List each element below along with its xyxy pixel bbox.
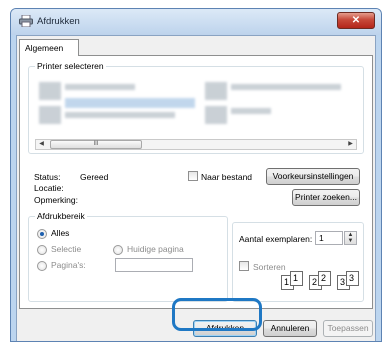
range-selection-radio[interactable] <box>37 245 47 255</box>
printer-item-name[interactable] <box>231 108 271 114</box>
close-button[interactable]: ✕ <box>337 12 375 29</box>
copies-stepper[interactable]: ▲ ▼ <box>344 231 357 245</box>
find-printer-button[interactable]: Printer zoeken... <box>292 189 360 206</box>
close-icon: ✕ <box>351 15 361 26</box>
printer-item-icon[interactable] <box>205 82 227 100</box>
print-to-file-label: Naar bestand <box>201 172 253 182</box>
title-bar[interactable]: Afdrukken ✕ <box>11 9 381 35</box>
copies-value: 1 <box>319 233 324 243</box>
tab-panel: Printer selecteren ◀ III ▶ Status: Geree… <box>19 55 373 309</box>
window-title: Afdrukken <box>37 16 80 27</box>
scroll-right-icon[interactable]: ▶ <box>345 140 356 149</box>
pages-input[interactable] <box>115 258 193 272</box>
tab-label: Algemeen <box>25 43 64 53</box>
group-title: Afdrukbereik <box>35 211 87 221</box>
printer-item-selected[interactable] <box>65 98 195 108</box>
comment-label: Opmerking: <box>34 195 78 205</box>
cancel-button[interactable]: Annuleren <box>263 320 317 337</box>
collate-pages-icon: 1 1 <box>281 271 307 290</box>
location-label: Locatie: <box>34 183 64 193</box>
printer-item-icon[interactable] <box>39 106 61 124</box>
printer-select-group: Printer selecteren ◀ III ▶ <box>28 61 364 154</box>
print-button-highlight <box>172 298 262 331</box>
scroll-left-icon[interactable]: ◀ <box>36 140 47 149</box>
printer-item-name[interactable] <box>231 84 341 90</box>
spin-down-icon[interactable]: ▼ <box>345 238 356 244</box>
collate-checkbox[interactable] <box>239 261 249 271</box>
status-value: Gereed <box>80 172 109 182</box>
printer-item-icon[interactable] <box>39 82 61 100</box>
collate-pages-icon: 2 2 <box>309 271 335 290</box>
printer-item-name[interactable] <box>65 84 135 90</box>
dialog-client-area: Algemeen Printer selecteren ◀ III ▶ Stat… <box>16 35 376 341</box>
range-all-label: Alles <box>51 228 70 238</box>
printer-item-icon[interactable] <box>205 106 227 124</box>
print-range-group: Afdrukbereik Alles Selectie Huidige pagi… <box>28 211 228 302</box>
collate-sheet: 1 <box>290 271 303 286</box>
copies-group: Aantal exemplaren: 1 ▲ ▼ Sorteren 1 1 2 … <box>232 222 364 302</box>
preferences-button[interactable]: Voorkeursinstellingen <box>266 168 360 185</box>
print-to-file-checkbox[interactable] <box>188 171 198 181</box>
status-label: Status: <box>34 172 61 182</box>
range-current-page-label: Huidige pagina <box>127 244 184 254</box>
collate-pages-icon: 3 3 <box>337 271 363 290</box>
printer-list[interactable] <box>35 76 357 135</box>
range-pages-radio[interactable] <box>37 261 47 271</box>
collate-sheet: 3 <box>346 271 359 286</box>
collate-sheet: 2 <box>318 271 331 286</box>
horizontal-scrollbar[interactable]: ◀ III ▶ <box>35 139 357 150</box>
range-all-radio[interactable] <box>37 229 47 239</box>
printer-item-name[interactable] <box>65 112 175 118</box>
copies-label: Aantal exemplaren: <box>239 234 313 244</box>
copies-input[interactable]: 1 <box>315 231 343 245</box>
apply-button[interactable]: Toepassen <box>323 320 373 337</box>
range-pages-label: Pagina's: <box>51 260 86 270</box>
range-selection-label: Selectie <box>51 244 82 254</box>
printer-icon <box>19 15 33 27</box>
print-dialog: Afdrukken ✕ Algemeen Printer selecteren <box>10 8 382 342</box>
tab-general[interactable]: Algemeen <box>19 39 79 56</box>
scroll-thumb[interactable]: III <box>50 140 142 149</box>
group-title: Printer selecteren <box>35 61 106 71</box>
range-current-page-radio[interactable] <box>113 245 123 255</box>
